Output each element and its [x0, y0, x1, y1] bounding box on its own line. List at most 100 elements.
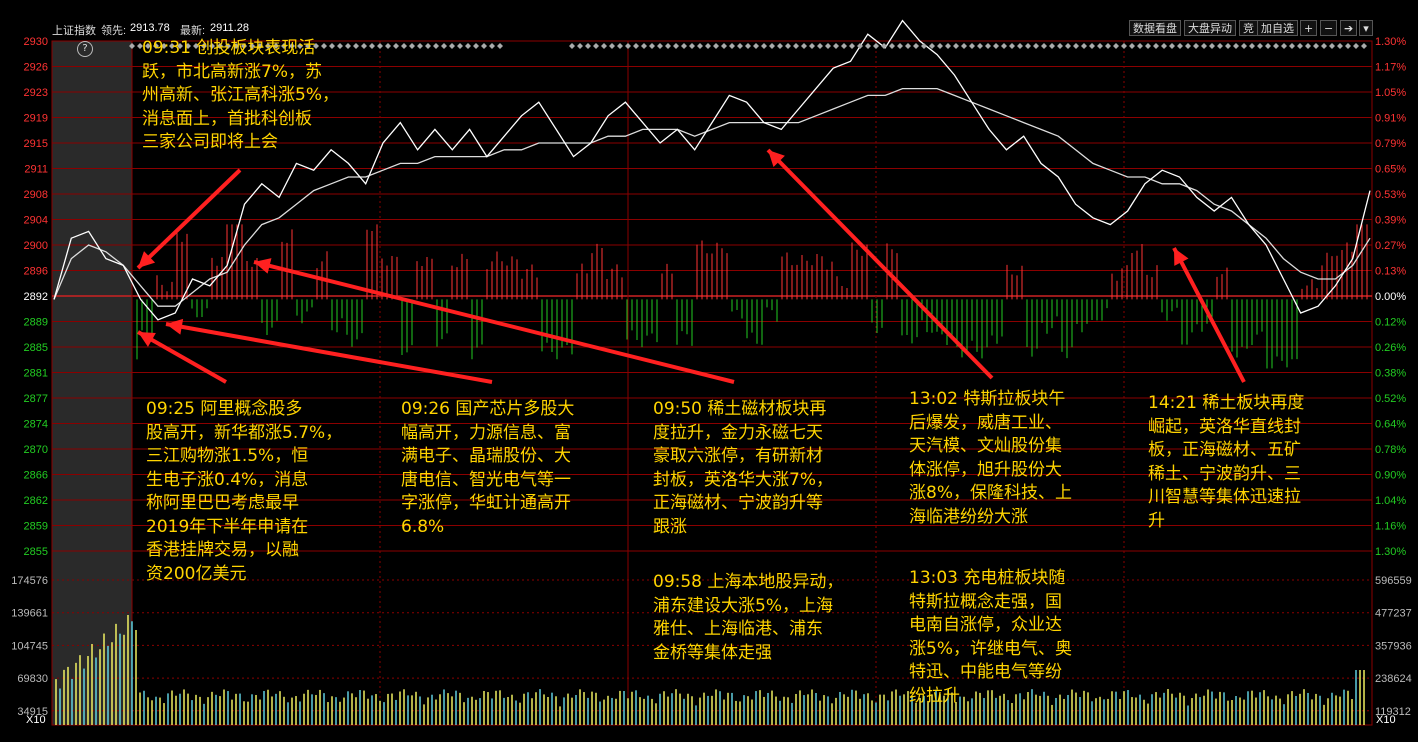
annotation-arrow — [165, 322, 493, 384]
event-diamond — [1001, 43, 1007, 49]
event-diamond — [953, 43, 959, 49]
event-diamond — [361, 43, 367, 49]
event-diamond — [1337, 43, 1343, 49]
event-diamond — [601, 43, 607, 49]
annotation-arrow — [1172, 247, 1246, 383]
event-diamond — [713, 43, 719, 49]
event-diamond — [1153, 43, 1159, 49]
event-diamond — [641, 43, 647, 49]
event-diamond — [1353, 43, 1359, 49]
event-diamond — [1057, 43, 1063, 49]
event-diamond — [1241, 43, 1247, 49]
event-diamond — [777, 43, 783, 49]
y-tick-left: 2866 — [24, 470, 48, 482]
y-tick-left: 2870 — [24, 444, 48, 456]
annotation-0950: 09:50 稀土磁材板块再 度拉升，金力永磁七天 豪取六涨停，有研新材 封板，英… — [653, 399, 833, 537]
event-diamond — [473, 43, 479, 49]
event-diamond — [385, 43, 391, 49]
event-diamond — [849, 43, 855, 49]
event-diamond — [721, 43, 727, 49]
event-diamond — [881, 43, 887, 49]
event-diamond — [481, 43, 487, 49]
y-tick-left: 2877 — [24, 393, 48, 405]
event-diamond — [585, 43, 591, 49]
y-tick-left: 2908 — [24, 189, 48, 201]
help-icon[interactable]: ? — [77, 41, 93, 57]
y-tick-right: 0.53% — [1375, 189, 1406, 201]
y-tick-right: 0.90% — [1375, 470, 1406, 482]
event-diamond — [985, 43, 991, 49]
event-diamond — [961, 43, 967, 49]
y-tick-left: 2862 — [24, 495, 48, 507]
event-diamond — [785, 43, 791, 49]
vol-tick-right: 238624 — [1375, 673, 1412, 685]
annotation-0925: 09:25 阿里概念股多 股高开，新华都涨5.7%， 三江购物涨1.5%，恒 生… — [146, 399, 343, 584]
event-diamond — [1097, 43, 1103, 49]
event-diamond — [1185, 43, 1191, 49]
event-diamond — [1297, 43, 1303, 49]
event-diamond — [873, 43, 879, 49]
event-diamond — [817, 43, 823, 49]
event-diamond — [433, 43, 439, 49]
event-diamond — [705, 43, 711, 49]
event-diamond — [1201, 43, 1207, 49]
event-diamond — [1033, 43, 1039, 49]
event-diamond — [737, 43, 743, 49]
event-diamond — [497, 43, 503, 49]
event-diamond — [577, 43, 583, 49]
vol-tick-left: 104745 — [11, 640, 48, 652]
annotation-0926: 09:26 国产芯片多股大 幅高开，力源信息、富 满电子、晶瑞股份、大 唐电信、… — [401, 399, 575, 537]
event-diamond — [1081, 43, 1087, 49]
annotation-1421: 14:21 稀土板块再度 崛起，英洛华直线封 板，正海磁材、五矿 稀土、宁波韵升… — [1148, 393, 1305, 531]
y-tick-left: 2911 — [24, 164, 48, 176]
event-diamond — [1233, 43, 1239, 49]
event-diamond — [465, 43, 471, 49]
y-tick-left: 2885 — [24, 342, 48, 354]
event-diamond — [993, 43, 999, 49]
event-diamond — [1257, 43, 1263, 49]
y-tick-left: 2900 — [24, 240, 48, 252]
event-diamond — [897, 43, 903, 49]
event-diamond — [441, 43, 447, 49]
y-tick-right: 0.39% — [1375, 215, 1406, 227]
event-diamond — [353, 43, 359, 49]
event-diamond — [1265, 43, 1271, 49]
vol-tick-left: 139661 — [11, 608, 48, 620]
event-diamond — [841, 43, 847, 49]
y-tick-right: 0.12% — [1375, 317, 1406, 329]
event-diamond — [1313, 43, 1319, 49]
y-tick-left: 2926 — [24, 62, 48, 74]
y-tick-left: 2881 — [24, 368, 48, 380]
event-diamond — [489, 43, 495, 49]
event-diamond — [1273, 43, 1279, 49]
event-diamond — [1281, 43, 1287, 49]
y-tick-left: 2892 — [24, 291, 48, 303]
event-diamond — [1129, 43, 1135, 49]
y-tick-right: 0.38% — [1375, 368, 1406, 380]
event-diamond — [593, 43, 599, 49]
event-diamond — [913, 43, 919, 49]
event-diamond — [1017, 43, 1023, 49]
event-diamond — [457, 43, 463, 49]
event-diamond — [673, 43, 679, 49]
y-tick-right: 0.78% — [1375, 444, 1406, 456]
event-diamond — [1217, 43, 1223, 49]
event-diamond — [633, 43, 639, 49]
y-tick-right: 0.65% — [1375, 164, 1406, 176]
event-diamond — [833, 43, 839, 49]
vol-tick-right: 357936 — [1375, 640, 1412, 652]
y-tick-right: 0.79% — [1375, 138, 1406, 150]
event-diamond — [665, 43, 671, 49]
event-diamond — [753, 43, 759, 49]
event-diamond — [449, 43, 455, 49]
y-tick-right: 0.52% — [1375, 393, 1406, 405]
event-diamond — [969, 43, 975, 49]
y-tick-right: 0.26% — [1375, 342, 1406, 354]
y-tick-left: 2889 — [24, 317, 48, 329]
event-diamond — [793, 43, 799, 49]
event-diamond — [929, 43, 935, 49]
event-diamond — [937, 43, 943, 49]
y-tick-right: 1.30% — [1375, 546, 1406, 558]
event-diamond — [1049, 43, 1055, 49]
event-diamond — [1361, 43, 1367, 49]
